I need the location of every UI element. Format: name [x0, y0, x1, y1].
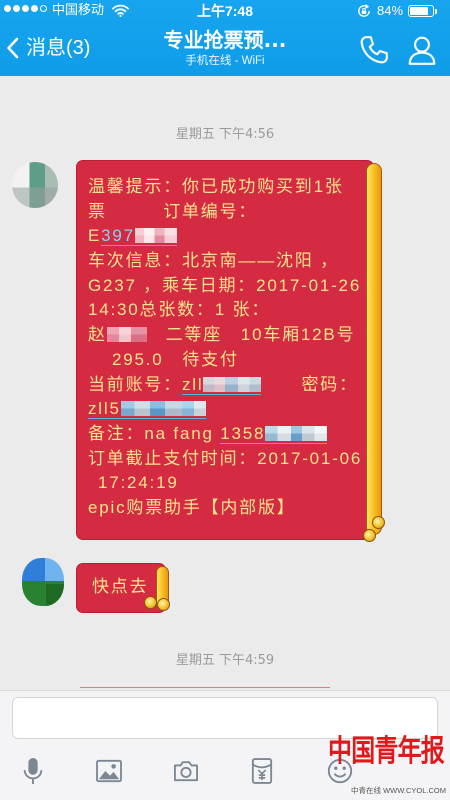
ticket-line: E397 — [88, 224, 374, 249]
contact-profile-button[interactable] — [406, 34, 438, 66]
redacted-blur — [203, 376, 262, 392]
red-packet-button[interactable] — [247, 756, 277, 786]
redacted-blur — [106, 327, 147, 343]
redacted-blur — [120, 401, 206, 417]
redacted-blur — [265, 425, 328, 441]
ticket-line: 295.0 待支付 — [112, 349, 239, 369]
phone-number-link[interactable]: 1358 — [220, 423, 328, 444]
camera-icon — [174, 761, 199, 782]
battery-icon — [408, 5, 434, 17]
red-packet-icon — [251, 758, 273, 784]
ticket-line: 备注：na fang 1358 — [88, 422, 374, 447]
watermark-logo: 中国青年报 — [328, 734, 445, 769]
sender-avatar[interactable] — [12, 162, 58, 208]
battery-level-fill — [410, 7, 429, 15]
ticket-line: G237 ，乘车日期：2017-01-26 — [88, 275, 362, 295]
message-timestamp: 星期五 下午4:56 — [175, 127, 275, 142]
sender-avatar[interactable] — [22, 558, 64, 606]
ticket-line: 温馨提示：你已成功购买到1张 — [88, 177, 344, 196]
coin-decoration — [372, 516, 385, 529]
ticket-line: zll5 — [88, 397, 374, 422]
message-timestamp: 星期五 下午4:59 — [175, 653, 275, 668]
coin-decoration — [363, 529, 376, 542]
bubble-scroll-decoration — [366, 163, 382, 535]
ticket-line: 赵 二等座 10车厢12B号 — [88, 325, 356, 345]
ticket-message-bubble[interactable]: 温馨提示：你已成功购买到1张 票 订单编号： E397 车次信息：北京南——沈阳… — [76, 160, 374, 540]
ticket-line: 14:30总张数：1 张： — [88, 300, 271, 320]
ticket-line: epic购票助手【内部版】 — [88, 497, 296, 517]
photo-button[interactable] — [94, 756, 124, 786]
battery-percent: 84% — [377, 3, 404, 18]
person-icon — [408, 36, 436, 65]
ticket-line: 票 订单编号： — [88, 201, 258, 221]
voice-button[interactable] — [18, 756, 48, 786]
watermark-site: 中青在线 WWW.CYOL.COM — [351, 786, 446, 795]
microphone-icon — [23, 758, 43, 784]
redacted-blur — [134, 228, 177, 244]
password-link[interactable]: zll5 — [88, 399, 206, 420]
coin-decoration — [157, 598, 170, 611]
voice-call-button[interactable] — [358, 34, 390, 66]
ticket-line: 车次信息：北京南——沈阳 ， — [88, 251, 339, 271]
account-link[interactable]: zll — [182, 374, 262, 395]
ticket-line: 订单截止支付时间：2017-01-06 — [88, 448, 363, 468]
coin-decoration — [144, 596, 157, 609]
image-icon — [96, 759, 122, 783]
battery-nub — [435, 8, 437, 14]
camera-button[interactable] — [171, 756, 201, 786]
phone-icon — [360, 36, 388, 64]
order-number-link[interactable]: 397 — [101, 226, 177, 247]
ticket-line: 17:24:19 — [98, 473, 179, 493]
divider-line — [80, 687, 330, 688]
ticket-line: 当前账号：zll 密码： — [88, 374, 358, 395]
rotation-lock-icon — [358, 4, 370, 17]
